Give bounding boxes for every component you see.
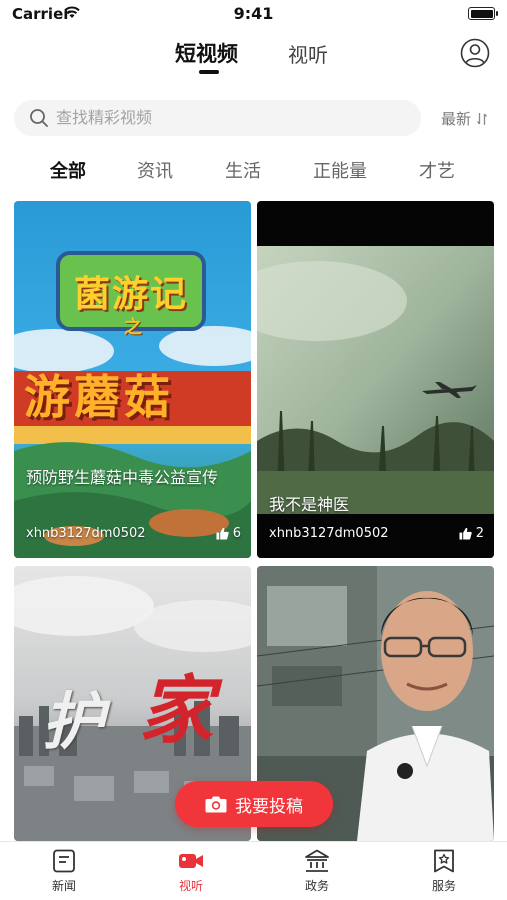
tab-video-label: 视听 — [178, 879, 203, 893]
sort-latest-button[interactable]: 最新 — [441, 108, 488, 129]
thumbs-up-icon — [216, 527, 229, 540]
thumbnail-banner-text: 游蘑菇 — [24, 370, 174, 424]
clock: 9:41 — [233, 4, 274, 23]
active-tab-indicator — [199, 70, 219, 74]
tab-video[interactable]: 视听 — [151, 848, 231, 894]
battery-icon — [468, 7, 498, 20]
video-title: 我不是神医 — [269, 495, 350, 514]
category-all[interactable]: 全部 — [50, 157, 86, 183]
thumbnail-calligraphy-2: 家 — [139, 668, 213, 754]
sort-icon — [477, 112, 488, 125]
tab-government-label: 政务 — [304, 879, 329, 893]
bottom-tab-bar: 新闻 视听 政务 服务 — [0, 841, 507, 900]
submit-video-button[interactable]: 我要投稿 — [175, 781, 333, 827]
category-positive-energy[interactable]: 正能量 — [313, 157, 367, 183]
category-news[interactable]: 资讯 — [137, 157, 173, 183]
category-life[interactable]: 生活 — [225, 157, 261, 183]
thumbs-up-icon — [459, 527, 472, 540]
thumbnail-title-text: 菌游记 — [73, 273, 188, 315]
video-card[interactable]: 菌游记 之 游蘑菇 预防野生蘑菇中毒公益宣传 xhnb3127dm0502 6 — [14, 201, 251, 558]
like-count[interactable]: 2 — [459, 526, 484, 541]
news-icon — [53, 849, 75, 873]
status-bar: Carrier 9:41 — [0, 0, 507, 28]
search-bar[interactable] — [14, 100, 421, 136]
tab-service-label: 服务 — [431, 879, 456, 893]
tab-news-label: 新闻 — [51, 879, 76, 893]
top-nav: 短视频 视听 — [0, 32, 507, 80]
thumbnail-subtitle-text: 之 — [124, 317, 142, 338]
like-count-value: 2 — [475, 526, 484, 541]
search-icon — [30, 109, 48, 127]
video-author: xhnb3127dm0502 — [269, 526, 389, 541]
tab-news[interactable]: 新闻 — [24, 848, 104, 894]
tab-audio-visual[interactable]: 视听 — [288, 39, 328, 68]
camera-icon — [205, 796, 227, 813]
government-icon — [305, 849, 329, 872]
like-count-value: 6 — [232, 526, 241, 541]
category-talent[interactable]: 才艺 — [419, 157, 455, 183]
user-circle-icon[interactable] — [460, 38, 490, 68]
video-card[interactable]: 我不是神医 xhnb3127dm0502 2 — [257, 201, 494, 558]
sort-label: 最新 — [441, 110, 472, 128]
tab-government[interactable]: 政务 — [277, 848, 357, 894]
video-icon — [179, 854, 203, 868]
video-author: xhnb3127dm0502 — [26, 526, 146, 541]
search-input[interactable] — [56, 100, 396, 136]
thumbnail-calligraphy-1: 护 — [42, 685, 105, 758]
tab-service[interactable]: 服务 — [404, 848, 484, 894]
submit-video-label: 我要投稿 — [235, 796, 303, 817]
like-count[interactable]: 6 — [216, 526, 241, 541]
video-title: 预防野生蘑菇中毒公益宣传 — [26, 468, 219, 487]
service-icon — [434, 849, 454, 873]
category-tabs: 全部 资讯 生活 正能量 才艺 — [0, 157, 507, 185]
tab-short-video[interactable]: 短视频 — [175, 38, 238, 68]
